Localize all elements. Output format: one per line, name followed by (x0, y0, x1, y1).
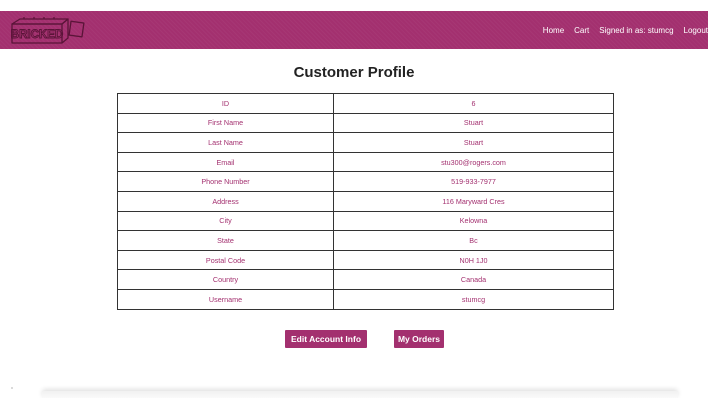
field-value: 6 (333, 93, 614, 114)
nav-cart-link[interactable]: Cart (574, 26, 589, 35)
page-artifact (11, 387, 13, 389)
table-row-postal-code: Postal Code N0H 1J0 (117, 249, 614, 271)
table-row-last-name: Last Name Stuart (117, 132, 614, 153)
field-label: ID (117, 93, 334, 114)
field-value: Stuart (333, 112, 614, 134)
field-label: Last Name (117, 132, 334, 153)
field-label: City (117, 210, 334, 232)
field-label: Phone Number (117, 171, 334, 192)
table-row-first-name: First Name Stuart (117, 112, 614, 134)
brick-logo-icon[interactable]: BRICKED (10, 15, 86, 45)
field-value: Kelowna (333, 210, 614, 232)
table-row-address: Address 116 Maryward Cres (117, 190, 614, 212)
field-label: First Name (117, 112, 334, 134)
profile-actions: Edit Account Info My Orders (0, 330, 708, 348)
footer-panel-edge (42, 391, 678, 398)
field-label: Country (117, 269, 334, 290)
table-row-id: ID 6 (117, 93, 614, 114)
my-orders-button[interactable]: My Orders (394, 330, 444, 348)
field-value: 116 Maryward Cres (333, 190, 614, 212)
field-value: Canada (333, 269, 614, 290)
table-row-email: Email stu300@rogers.com (117, 151, 614, 173)
field-value: stumcg (333, 288, 614, 310)
edit-account-info-button[interactable]: Edit Account Info (285, 330, 367, 348)
field-label: Address (117, 190, 334, 212)
field-value: N0H 1J0 (333, 249, 614, 271)
table-row-username: Username stumcg (117, 288, 614, 310)
field-label: Email (117, 151, 334, 173)
field-value: Stuart (333, 132, 614, 153)
customer-profile-table: ID 6 First Name Stuart Last Name Stuart … (117, 93, 614, 310)
nav-logout-link[interactable]: Logout (684, 26, 708, 35)
table-row-phone: Phone Number 519-933-7977 (117, 171, 614, 192)
field-label: Username (117, 288, 334, 310)
top-navbar: BRICKED Home Cart Signed in as: stumcg L… (0, 11, 708, 49)
field-label: State (117, 230, 334, 251)
nav-home-link[interactable]: Home (543, 26, 564, 35)
field-label: Postal Code (117, 249, 334, 271)
nav-links: Home Cart Signed in as: stumcg Logout (543, 11, 708, 49)
svg-text:BRICKED: BRICKED (11, 29, 63, 41)
field-value: stu300@rogers.com (333, 151, 614, 173)
field-value: Bc (333, 230, 614, 251)
table-row-state: State Bc (117, 230, 614, 251)
table-row-country: Country Canada (117, 269, 614, 290)
signed-in-user-link[interactable]: Signed in as: stumcg (599, 26, 673, 35)
page-title: Customer Profile (293, 64, 415, 81)
field-value: 519-933-7977 (333, 171, 614, 192)
table-row-city: City Kelowna (117, 210, 614, 232)
